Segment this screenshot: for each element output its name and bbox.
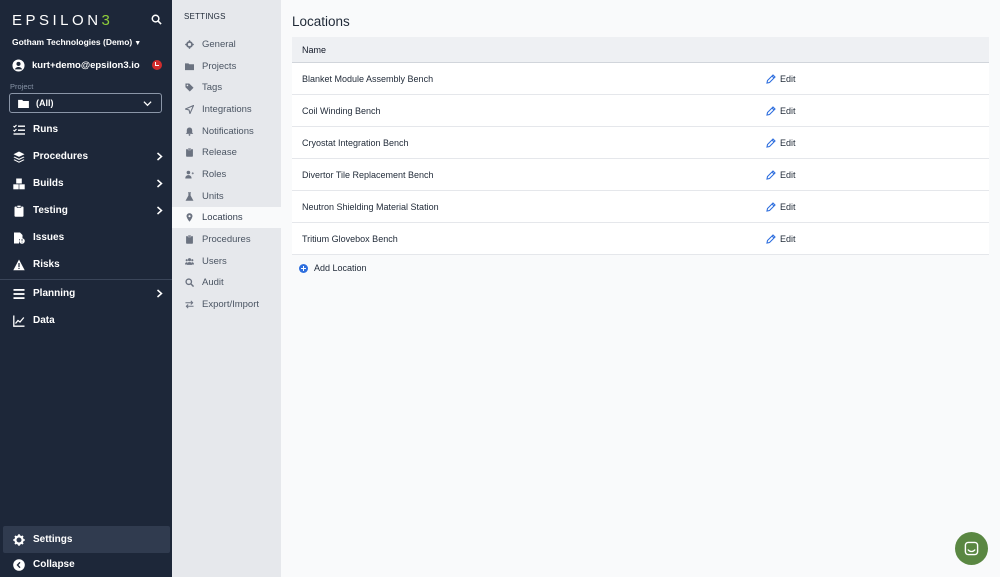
location-name: Divertor Tile Replacement Bench: [302, 169, 434, 180]
clipboard-icon: [14, 204, 24, 217]
nav-item-data[interactable]: Data: [0, 307, 172, 334]
chevron-down-icon: [143, 101, 152, 107]
gear-icon: [185, 40, 194, 49]
edit-button[interactable]: Edit: [766, 234, 796, 244]
svg-text:!: !: [21, 238, 23, 243]
chart-icon: [13, 315, 25, 327]
table-row: Divertor Tile Replacement Bench Edit: [292, 159, 989, 191]
settings-title: SETTINGS: [184, 12, 226, 21]
pencil-icon: [766, 201, 776, 212]
clipboard-icon: [186, 148, 193, 157]
collapse-button[interactable]: Collapse: [0, 551, 172, 577]
user-menu[interactable]: kurt+demo@epsilon3.io: [12, 58, 140, 72]
plug-icon: [185, 105, 194, 114]
table-row: Cryostat Integration Bench Edit: [292, 127, 989, 159]
issue-icon: !: [14, 232, 25, 244]
location-name: Tritium Glovebox Bench: [302, 233, 398, 244]
settings-item-export-import[interactable]: Export/Import: [172, 294, 281, 315]
settings-item-projects[interactable]: Projects: [172, 56, 281, 77]
org-switcher[interactable]: Gotham Technologies (Demo) ▼: [12, 37, 141, 47]
tag-icon: [185, 83, 194, 92]
edit-button[interactable]: Edit: [766, 170, 796, 180]
nav-item-planning[interactable]: Planning: [0, 280, 172, 307]
location-name: Neutron Shielding Material Station: [302, 201, 439, 212]
table-row: Blanket Module Assembly Bench Edit: [292, 63, 989, 95]
pencil-icon: [766, 105, 776, 116]
settings-item-notifications[interactable]: Notifications: [172, 121, 281, 142]
nav-item-builds[interactable]: Builds: [0, 170, 172, 197]
settings-item-locations[interactable]: Locations: [172, 207, 281, 228]
edit-button[interactable]: Edit: [766, 74, 796, 84]
table-row: Neutron Shielding Material Station Edit: [292, 191, 989, 223]
chevron-left-circle-icon: [13, 558, 25, 571]
page-title: Locations: [292, 14, 350, 29]
pencil-icon: [766, 233, 776, 244]
settings-item-tags[interactable]: Tags: [172, 77, 281, 98]
main-nav: EPSILON3 Gotham Technologies (Demo) ▼ kur…: [0, 0, 172, 577]
edit-button[interactable]: Edit: [766, 106, 796, 116]
chat-launcher[interactable]: [955, 532, 988, 565]
settings-item-procedures[interactable]: Procedures: [172, 229, 281, 250]
cubes-icon: [13, 178, 25, 189]
pencil-icon: [766, 169, 776, 180]
nav-item-settings[interactable]: Settings: [3, 526, 170, 553]
settings-item-units[interactable]: Units: [172, 186, 281, 207]
table-header: Name: [292, 37, 989, 63]
project-label: Project: [10, 82, 34, 91]
location-name: Coil Winding Bench: [302, 105, 381, 116]
bell-icon: [185, 127, 194, 136]
flask-icon: [185, 192, 194, 201]
table-row: Coil Winding Bench Edit: [292, 95, 989, 127]
user-circle-icon: [12, 58, 25, 72]
search-icon: [185, 278, 194, 287]
settings-item-users[interactable]: Users: [172, 251, 281, 272]
settings-sidebar: SETTINGS General Projects Tags Integrati…: [172, 0, 281, 577]
folder-icon: [185, 63, 194, 71]
clipboard-icon: [186, 235, 193, 244]
pin-icon: [186, 213, 193, 222]
edit-button[interactable]: Edit: [766, 202, 796, 212]
user-plus-icon: [185, 170, 194, 179]
settings-item-roles[interactable]: Roles: [172, 164, 281, 185]
settings-item-audit[interactable]: Audit: [172, 272, 281, 293]
epsilon3-logo[interactable]: EPSILON3: [12, 12, 113, 29]
chevron-right-icon: [157, 152, 163, 161]
location-name: Cryostat Integration Bench: [302, 137, 409, 148]
folder-icon: [18, 99, 29, 108]
checklist-icon: [13, 124, 25, 135]
warning-icon: [13, 259, 25, 270]
gear-icon: [13, 533, 25, 546]
add-location-button[interactable]: Add Location: [299, 263, 367, 273]
search-icon[interactable]: [151, 14, 162, 25]
chevron-right-icon: [157, 289, 163, 298]
project-select[interactable]: (All): [9, 93, 162, 113]
location-name: Blanket Module Assembly Bench: [302, 73, 434, 84]
nav-item-testing[interactable]: Testing: [0, 197, 172, 224]
pencil-icon: [766, 73, 776, 84]
chat-icon: [964, 541, 979, 556]
arrows-icon: [185, 300, 194, 309]
layers-icon: [13, 151, 25, 163]
settings-item-general[interactable]: General: [172, 34, 281, 55]
nav-item-procedures[interactable]: Procedures: [0, 143, 172, 170]
plus-circle-icon: [299, 263, 308, 273]
settings-item-integrations[interactable]: Integrations: [172, 99, 281, 120]
nav-item-runs[interactable]: Runs: [0, 116, 172, 143]
chevron-right-icon: [157, 179, 163, 188]
nav-item-risks[interactable]: Risks: [0, 251, 172, 278]
column-header-name: Name: [302, 44, 327, 55]
main-content: Locations Name Blanket Module Assembly B…: [281, 0, 1000, 577]
nav-item-issues[interactable]: ! Issues: [0, 224, 172, 251]
table-row: Tritium Glovebox Bench Edit: [292, 223, 989, 255]
caret-down-icon: ▼: [134, 40, 142, 47]
users-icon: [185, 258, 194, 265]
bars-icon: [13, 288, 25, 299]
settings-item-release[interactable]: Release: [172, 142, 281, 163]
chevron-right-icon: [157, 206, 163, 215]
locations-table: Name Blanket Module Assembly Bench Edit …: [292, 37, 989, 255]
pencil-icon: [766, 137, 776, 148]
notification-badge[interactable]: [152, 60, 162, 70]
edit-button[interactable]: Edit: [766, 138, 796, 148]
